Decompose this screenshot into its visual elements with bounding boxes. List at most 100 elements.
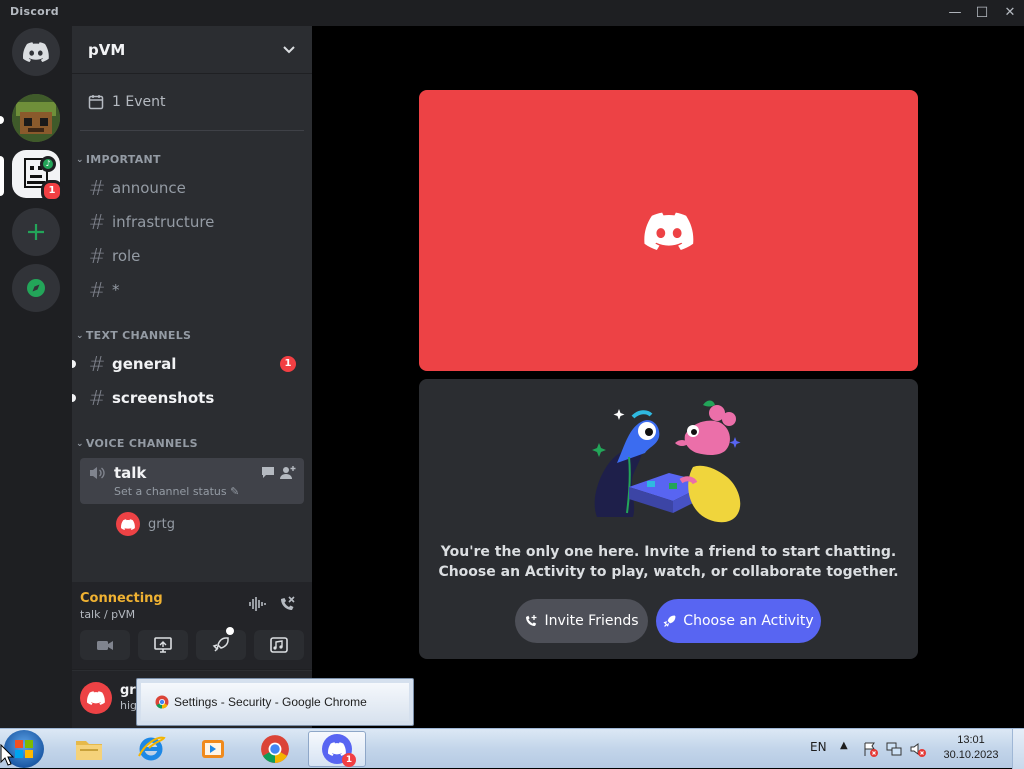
home-button[interactable] — [12, 28, 60, 76]
soundboard-icon — [270, 637, 288, 653]
close-button[interactable]: ✕ — [997, 2, 1023, 24]
language-indicator[interactable]: EN — [810, 740, 827, 754]
invite-message: You're the only one here. Invite a frien… — [419, 542, 918, 582]
server-avatar-1[interactable] — [12, 94, 60, 142]
rocket-icon — [663, 615, 676, 627]
category-voice-channels[interactable]: ⌄ VOICE CHANNELS — [76, 437, 198, 450]
soundboard-button[interactable] — [254, 630, 304, 660]
category-important[interactable]: ⌄ IMPORTANT — [76, 153, 161, 166]
avatar — [116, 512, 140, 536]
calendar-icon — [88, 95, 104, 110]
channel-role[interactable]: # role — [80, 240, 304, 272]
taskbar-discord[interactable]: 1 — [308, 731, 366, 767]
maximize-button[interactable]: ☐ — [969, 2, 995, 24]
taskbar-chrome[interactable] — [246, 731, 304, 767]
add-member-icon[interactable] — [280, 465, 296, 480]
unread-pill — [0, 116, 4, 124]
screen-share-icon — [154, 637, 172, 653]
server-mention-badge: 1 — [41, 180, 63, 202]
show-desktop-button[interactable] — [1012, 729, 1024, 769]
discord-logo-icon — [87, 691, 105, 705]
guild-header[interactable]: pVM — [72, 26, 312, 74]
minimize-button[interactable]: — — [942, 2, 968, 24]
events-label: 1 Event — [112, 94, 166, 110]
channel-sidebar: pVM 1 Event ⌄ IMPORTANT # announce # inf… — [72, 26, 312, 728]
invite-friends-button[interactable]: Invite Friends — [515, 599, 648, 643]
mention-badge: 1 — [280, 356, 296, 372]
add-server-button[interactable] — [12, 208, 60, 256]
chrome-icon — [155, 695, 169, 709]
add-call-icon — [526, 615, 537, 626]
channel-screenshots[interactable]: # screenshots — [72, 382, 304, 414]
unread-indicator — [72, 394, 76, 402]
volume-muted-icon[interactable] — [910, 741, 926, 757]
clock-time: 13:01 — [957, 734, 985, 746]
divider — [80, 130, 304, 131]
chat-bubble-icon[interactable] — [261, 466, 275, 479]
tooltip-body: Settings - Security - Google Chrome — [141, 683, 409, 721]
discord-logo-icon — [23, 42, 49, 62]
voice-stage: You're the only one here. Invite a frien… — [312, 26, 1024, 728]
connection-status[interactable]: Connecting — [80, 591, 163, 606]
hash-icon: # — [88, 386, 106, 410]
channel-infrastructure[interactable]: # infrastructure — [80, 206, 304, 238]
choose-activity-button[interactable]: Choose an Activity — [656, 599, 821, 643]
invite-card: You're the only one here. Invite a frien… — [419, 379, 918, 659]
connection-location[interactable]: talk / pVM — [80, 608, 135, 621]
friends-illustration-icon — [592, 400, 741, 523]
screen-share-button[interactable] — [138, 630, 188, 660]
user-status: hig — [120, 699, 138, 712]
network-icon[interactable] — [886, 741, 902, 757]
server-rail: ♪ 1 — [0, 26, 72, 728]
plus-icon — [28, 224, 44, 240]
rocket-icon — [212, 637, 229, 652]
folder-icon — [76, 741, 102, 760]
choose-activity-label: Choose an Activity — [683, 613, 814, 629]
hash-icon: # — [88, 210, 106, 234]
channel-status-placeholder[interactable]: Set a channel status ✎ — [114, 485, 239, 498]
discord-app: Discord — ☐ ✕ ♪ 1 pVM 1 Event ⌄ IMPORTAN… — [0, 0, 1024, 728]
activity-button[interactable] — [196, 627, 246, 660]
mouse-cursor-icon — [0, 744, 14, 766]
hash-icon: # — [88, 176, 106, 200]
events-row[interactable]: 1 Event — [80, 86, 304, 118]
channel-name: announce — [112, 179, 186, 197]
noise-suppression-icon[interactable] — [248, 596, 266, 612]
chevron-down-icon — [283, 45, 295, 53]
disconnect-call-icon[interactable] — [278, 595, 296, 613]
user-video-tile[interactable] — [419, 90, 918, 371]
taskbar-internet-explorer[interactable] — [122, 731, 180, 767]
ie-icon — [138, 736, 166, 761]
taskbar-preview-tooltip[interactable]: Settings - Security - Google Chrome — [136, 678, 414, 726]
channel-name: screenshots — [112, 389, 215, 407]
windows-logo-icon — [15, 740, 33, 758]
title-bar: Discord — ☐ ✕ — [0, 0, 1024, 26]
category-label: VOICE CHANNELS — [85, 437, 198, 450]
taskbar-explorer[interactable] — [60, 731, 118, 767]
voice-channel-name: talk — [114, 464, 147, 482]
explore-servers-button[interactable] — [12, 264, 60, 312]
invite-line-1: You're the only one here. Invite a frien… — [440, 544, 897, 560]
invite-friends-label: Invite Friends — [544, 613, 639, 629]
channel-name: * — [112, 281, 120, 299]
hash-icon: # — [88, 352, 106, 376]
camera-button[interactable] — [80, 630, 130, 660]
compass-icon — [27, 279, 45, 297]
show-hidden-icons-button[interactable]: ▲ — [840, 740, 848, 751]
taskbar-media-player[interactable] — [184, 731, 242, 767]
windows-taskbar: 1 EN ▲ 13:01 30.10.2023 — [0, 728, 1024, 769]
clock[interactable]: 13:01 30.10.2023 — [936, 733, 1006, 763]
category-label: TEXT CHANNELS — [85, 329, 192, 342]
user-avatar[interactable] — [80, 682, 112, 714]
voice-member-grtg[interactable]: grtg — [116, 512, 175, 536]
channel-general[interactable]: # general 1 — [72, 348, 304, 380]
selected-pill — [0, 156, 4, 196]
voice-channel-talk[interactable]: talk Set a channel status ✎ — [80, 458, 304, 504]
flag-alert-icon[interactable] — [862, 741, 878, 757]
discord-logo-icon — [121, 518, 135, 530]
channel-announce[interactable]: # announce — [80, 172, 304, 204]
app-title: Discord — [10, 5, 59, 18]
channel-star[interactable]: # * — [80, 274, 304, 306]
guild-name: pVM — [88, 40, 126, 59]
category-text-channels[interactable]: ⌄ TEXT CHANNELS — [76, 329, 191, 342]
